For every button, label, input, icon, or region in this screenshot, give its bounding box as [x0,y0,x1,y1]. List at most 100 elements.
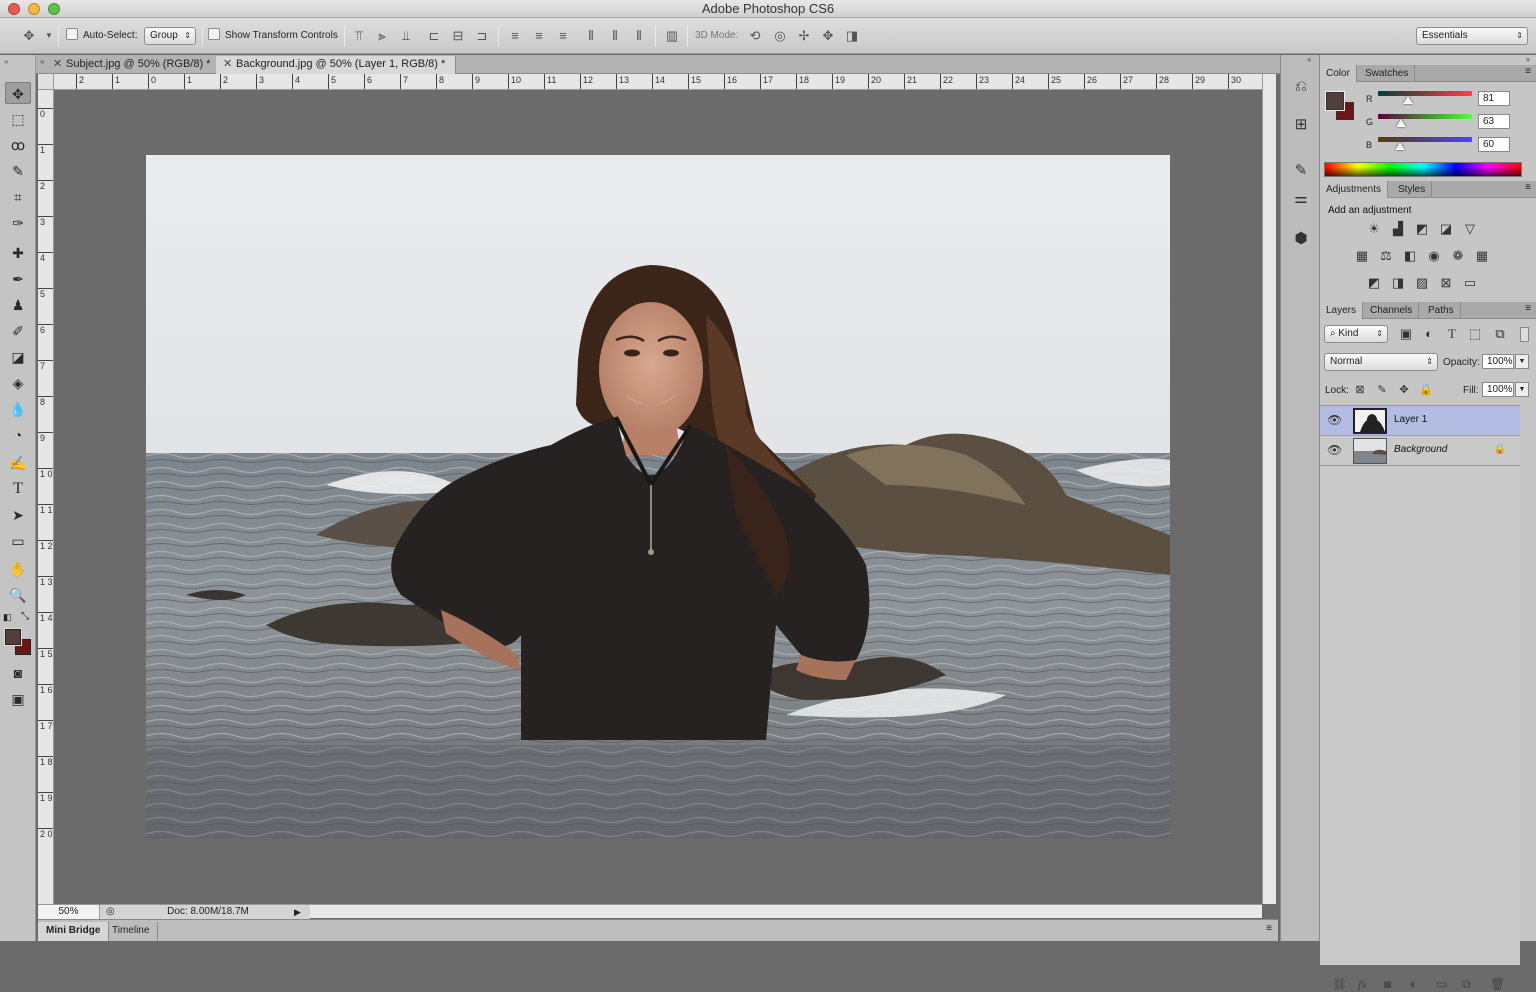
document-image[interactable] [54,90,1262,904]
auto-align-layers-icon[interactable]: ▥ [663,26,681,46]
clone-stamp-icon[interactable]: ♟ [5,294,31,316]
blur-tool-icon[interactable]: 💧 [5,398,31,420]
3d-panel-icon[interactable]: ⬢ [1290,229,1312,249]
screen-mode-icon[interactable]: ▣ [5,688,31,710]
swap-colors-icon[interactable]: ⤡ [21,611,29,622]
color-balance-icon[interactable]: ⚖ [1378,248,1394,264]
horizontal-scrollbar[interactable] [310,904,1262,918]
chevron-down-icon[interactable]: ▼ [40,26,58,46]
layer-name[interactable]: Background [1394,444,1447,455]
hand-tool-icon[interactable]: ✋ [5,558,31,580]
brush-tool-icon[interactable]: ✒ [5,268,31,290]
layer-thumbnail[interactable] [1353,438,1387,464]
close-tab-icon[interactable]: ✕ [223,56,232,73]
color-ramp[interactable] [1324,162,1522,177]
fill-field[interactable]: 100% [1482,382,1514,397]
minimize-window-button[interactable] [28,3,40,15]
lock-position-icon[interactable]: ✥ [1396,382,1412,398]
lock-image-icon[interactable]: ✎ [1374,382,1390,398]
show-transform-controls-checkbox[interactable]: Show Transform Controls [208,27,338,45]
black-white-icon[interactable]: ◧ [1402,248,1418,264]
foreground-color-swatch[interactable] [1325,91,1345,111]
lock-all-icon[interactable]: 🔒 [1418,382,1434,398]
tab-swatches[interactable]: Swatches [1359,65,1416,82]
crop-tool-icon[interactable]: ⌗ [5,186,31,208]
selective-color-icon[interactable]: ⊠ [1438,275,1454,291]
lock-transparent-icon[interactable]: ⊠ [1352,382,1368,398]
filter-smart-object-icon[interactable]: ⧉ [1492,326,1508,342]
new-group-icon[interactable]: ▭ [1436,977,1447,991]
distribute-vcenter-icon[interactable]: ≡ [530,26,548,46]
zoom-window-button[interactable] [48,3,60,15]
history-panel-icon[interactable]: ⎌ [1290,77,1312,97]
tab-timeline[interactable]: Timeline [104,922,159,941]
layer-row-layer-1[interactable]: 👁 Layer 1 [1320,406,1520,436]
status-menu-arrow-icon[interactable]: ▶ [294,905,301,919]
trash-icon[interactable]: 🗑 [1490,977,1505,991]
layer-filter-dropdown[interactable]: ⌕ Kind ⇕ [1324,325,1388,343]
default-colors-icon[interactable]: ◧ [3,612,12,623]
exposure-icon[interactable]: ◪ [1438,221,1454,237]
tab-layers[interactable]: Layers [1320,302,1364,319]
dodge-tool-icon[interactable]: ◔ [5,424,31,446]
history-brush-icon[interactable]: ✐ [5,320,31,342]
rectangle-tool-icon[interactable]: ▭ [5,530,31,552]
vibrance-icon[interactable]: ▽ [1462,221,1478,237]
threshold-icon[interactable]: ▨ [1414,275,1430,291]
filter-pixel-icon[interactable]: ▣ [1398,326,1414,342]
panel-menu-icon[interactable]: ≡ [1525,66,1531,77]
layer-row-background[interactable]: 👁 Background 🔒 [1320,436,1520,466]
horizontal-ruler[interactable]: 2 1 0 1 2 3 4 5 6 7 8 9 10 11 12 13 14 15 16 17 18 19 20 21 22 23… [54,74,1262,90]
invert-icon[interactable]: ◩ [1366,275,1382,291]
panel-menu-icon[interactable]: ≡ [1525,303,1531,314]
tab-channels[interactable]: Channels [1364,302,1420,319]
collapse-panels-icon[interactable]: » [1526,55,1530,64]
brightness-contrast-icon[interactable]: ☀ [1366,221,1382,237]
channel-mixer-icon[interactable]: ❁ [1450,248,1466,264]
collapse-panel-icon[interactable]: » [4,57,8,66]
brush-panel-icon[interactable]: ✎ [1290,161,1312,181]
layer-thumbnail[interactable] [1353,408,1387,434]
gradient-map-icon[interactable]: ▭ [1462,275,1478,291]
collapse-icon[interactable]: » [40,57,44,66]
curves-icon[interactable]: ◩ [1414,221,1430,237]
red-value-field[interactable]: 81 [1478,91,1510,106]
align-top-edges-icon[interactable]: ⫪ [350,26,368,46]
green-slider-track[interactable] [1378,114,1472,119]
brush-presets-icon[interactable]: ⚌ [1290,189,1312,209]
auto-select-checkbox[interactable]: Auto-Select: [66,27,137,45]
spot-healing-icon[interactable]: ✚ [5,242,31,264]
document-canvas[interactable] [54,90,1262,904]
eyedropper-icon[interactable]: ✑ [5,212,31,234]
pen-tool-icon[interactable]: ✍ [5,452,31,474]
distribute-top-icon[interactable]: ≡ [506,26,524,46]
distribute-right-icon[interactable]: ⦀ [630,26,648,46]
distribute-left-icon[interactable]: ⦀ [582,26,600,46]
path-selection-icon[interactable]: ➤ [5,504,31,526]
roll-3d-icon[interactable]: ◎ [771,26,789,46]
panel-menu-icon[interactable]: ≡ [1525,182,1531,193]
color-lookup-icon[interactable]: ▦ [1474,248,1490,264]
zoom-tool-icon[interactable]: 🔍 [5,584,31,606]
quick-selection-icon[interactable]: ✎ [5,160,31,182]
workspace-switcher-dropdown[interactable]: Essentials ⇕ [1416,27,1528,45]
move-tool-preset-icon[interactable]: ✥ [20,26,38,46]
auto-select-target-dropdown[interactable]: Group ⇕ [144,27,196,45]
ruler-origin[interactable] [38,74,54,90]
doc-tab-subject[interactable]: ✕ Subject.jpg @ 50% (RGB/8) * [46,56,224,74]
rotate-3d-icon[interactable]: ⟲ [746,26,764,46]
distribute-hcenter-icon[interactable]: ⦀ [606,26,624,46]
align-bottom-edges-icon[interactable]: ⫫ [397,26,415,46]
blue-slider-thumb[interactable] [1395,142,1406,150]
tab-mini-bridge[interactable]: Mini Bridge [38,922,110,941]
properties-panel-icon[interactable]: ⊞ [1290,115,1312,135]
zoom-level-field[interactable]: 50% [38,905,100,919]
align-horizontal-centers-icon[interactable]: ⊟ [449,26,467,46]
doc-info-icon[interactable]: ◎ [106,905,115,919]
green-slider-thumb[interactable] [1396,119,1407,127]
type-tool-icon[interactable]: T [5,478,31,500]
align-left-edges-icon[interactable]: ⊏ [425,26,443,46]
filter-toggle-switch[interactable] [1520,327,1529,342]
filter-shape-icon[interactable]: ⬚ [1467,326,1483,342]
eye-icon[interactable]: 👁 [1327,443,1342,457]
